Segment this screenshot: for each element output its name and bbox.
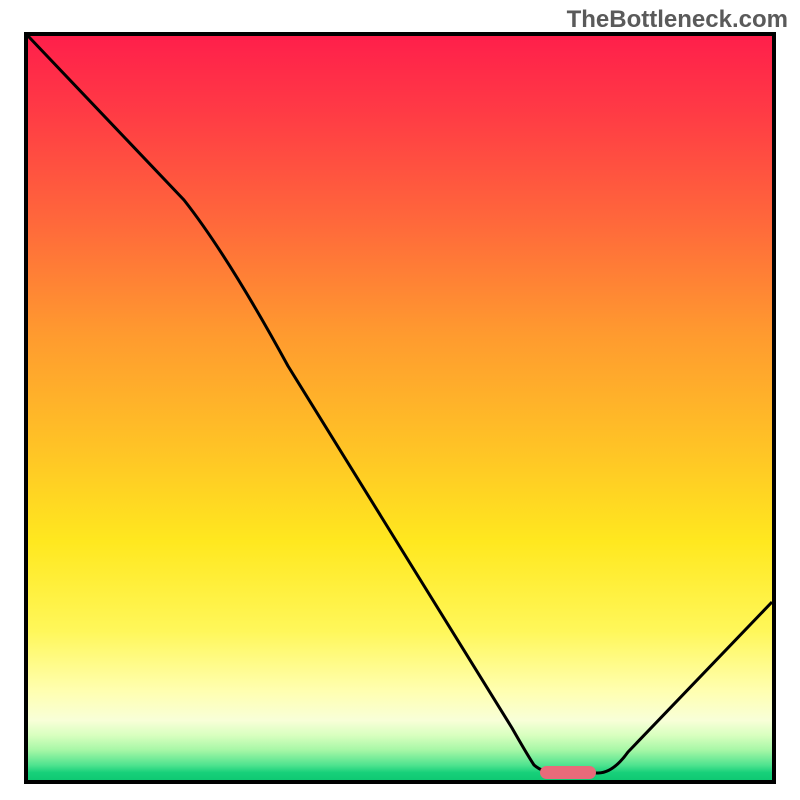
watermark-text: TheBottleneck.com [567, 6, 788, 34]
chart-container: TheBottleneck.com [0, 0, 800, 800]
bottleneck-curve [28, 36, 772, 773]
plot-area [24, 32, 776, 784]
curve-layer [28, 36, 772, 780]
optimal-marker [540, 766, 596, 779]
